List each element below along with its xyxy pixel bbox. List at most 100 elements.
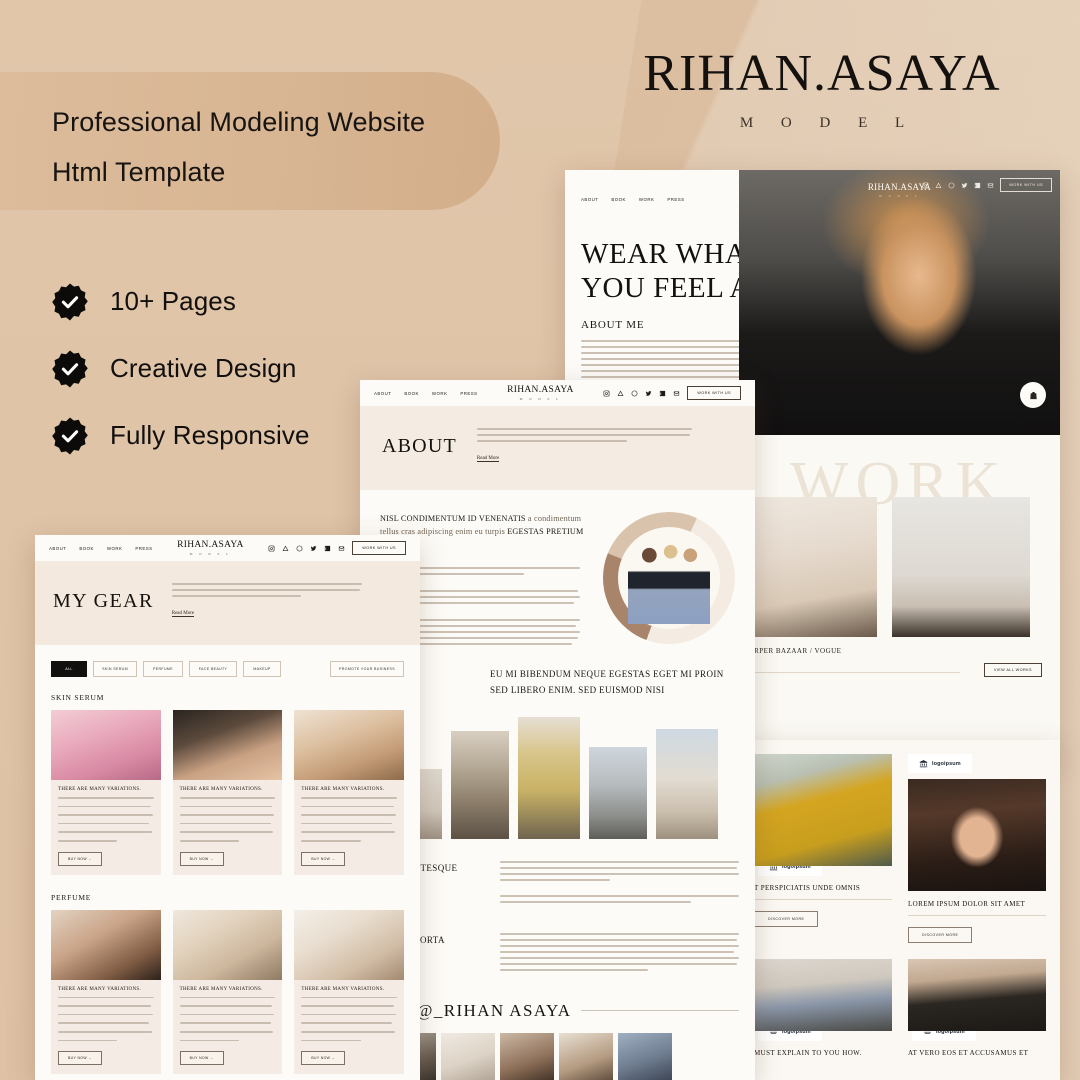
pinterest-icon[interactable]	[948, 182, 955, 189]
instagram-photo[interactable]	[500, 1032, 554, 1080]
nav-item-press[interactable]: PRESS	[135, 546, 152, 551]
nav-item-about[interactable]: ABOUT	[581, 197, 598, 202]
buy-now-button[interactable]: BUY NOW →	[301, 851, 346, 866]
linkedin-icon[interactable]	[324, 545, 331, 552]
filter-chip-face-beauty[interactable]: FACE BEAUTY	[189, 661, 237, 677]
product-photo[interactable]	[172, 710, 283, 780]
gallery-photo[interactable]	[656, 728, 718, 839]
product-card: THERE ARE MANY VARIATIONS. BUY NOW →	[294, 909, 405, 1075]
gear-section-label: SKIN SERUM	[51, 693, 105, 702]
buy-now-button[interactable]: BUY NOW →	[179, 851, 224, 866]
nav-brand-subtitle: M O D E L	[519, 397, 562, 401]
nav-item-book[interactable]: BOOK	[79, 546, 94, 551]
nav-item-press[interactable]: PRESS	[460, 391, 477, 396]
nav-brand-name: RIHAN.ASAYA	[507, 385, 574, 395]
press-card-photo[interactable]	[908, 779, 1046, 891]
work-caption: HARPER BAZAAR / VOGUE	[743, 647, 842, 655]
nav-item-about[interactable]: ABOUT	[374, 391, 391, 396]
product-photo[interactable]	[172, 909, 283, 980]
brand-logo: RIHAN.ASAYA M O D E L	[622, 48, 1022, 132]
hero-social-bar: WORK WITH US	[922, 178, 1052, 192]
product-photo[interactable]	[294, 710, 405, 780]
gear-intro-text: Read More	[171, 583, 362, 619]
discover-more-button[interactable]: DISCOVER MORE	[908, 927, 973, 943]
instagram-photo[interactable]	[559, 1032, 613, 1080]
twitter-icon[interactable]	[310, 545, 317, 552]
pinterest-icon[interactable]	[296, 545, 303, 552]
about-read-more-link[interactable]: Read More	[476, 456, 500, 462]
page-title-line-1: Professional Modeling Website	[52, 107, 426, 137]
about-hero-band: ABOUT Read More	[360, 406, 755, 490]
feature-item-responsive: Fully Responsive	[50, 402, 310, 469]
buy-now-button[interactable]: BUY NOW →	[58, 1051, 103, 1066]
product-card: THERE ARE MANY VARIATIONS. BUY NOW →	[294, 710, 405, 875]
nav-item-work[interactable]: WORK	[107, 546, 122, 551]
buy-now-button[interactable]: BUY NOW →	[179, 1051, 224, 1066]
filter-chip-perfume[interactable]: PERFUME	[143, 661, 183, 677]
nav-item-work[interactable]: WORK	[639, 197, 654, 202]
buy-now-button[interactable]: BUY NOW →	[58, 851, 103, 866]
about-section-heading-2: EU MI BIBENDUM NEQUE EGESTAS EGET MI PRO…	[490, 669, 724, 696]
nav-item-about[interactable]: ABOUT	[49, 546, 66, 551]
product-card-body	[58, 996, 154, 1046]
instagram-photo[interactable]	[618, 1032, 672, 1080]
pinterest-icon[interactable]	[631, 390, 638, 397]
view-all-works-button[interactable]: VIEW ALL WORKS	[983, 663, 1042, 677]
work-with-us-button[interactable]: WORK WITH US	[352, 541, 406, 555]
instagram-icon[interactable]	[603, 390, 610, 397]
product-photo[interactable]	[294, 909, 405, 980]
nav-social-bar: WORK WITH US	[603, 386, 741, 400]
mail-icon[interactable]	[987, 182, 994, 189]
product-photo[interactable]	[51, 909, 161, 980]
about-circular-photo	[603, 512, 735, 644]
gear-section-label: PERFUME	[51, 892, 92, 902]
product-card-body	[179, 996, 276, 1046]
feature-label: Fully Responsive	[110, 420, 310, 450]
discover-more-button[interactable]: DISCOVER MORE	[754, 911, 819, 927]
work-with-us-button[interactable]: WORK WITH US	[1000, 178, 1052, 192]
work-photo[interactable]	[739, 497, 877, 637]
product-photo[interactable]	[51, 710, 161, 780]
gallery-photo[interactable]	[589, 746, 647, 839]
press-card-photo[interactable]	[754, 959, 892, 1031]
mail-icon[interactable]	[338, 545, 345, 552]
dribbble-icon[interactable]	[282, 545, 289, 552]
press-card-photo[interactable]	[754, 754, 892, 866]
twitter-icon[interactable]	[961, 182, 968, 189]
nav-item-press[interactable]: PRESS	[667, 197, 684, 202]
filter-chip-skin-serum[interactable]: SKIN SERUM	[93, 661, 137, 677]
filter-chip-makeup[interactable]: MAKEUP	[243, 661, 281, 677]
about-team-photo	[628, 537, 710, 624]
nav-item-book[interactable]: BOOK	[404, 391, 419, 396]
gallery-photo[interactable]	[518, 716, 580, 839]
mail-icon[interactable]	[673, 390, 680, 397]
product-card-title: THERE ARE MANY VARIATIONS.	[301, 986, 385, 992]
instagram-icon[interactable]	[922, 182, 929, 189]
press-card-title: AT VERO EOS ET ACCUSAMUS ET	[908, 1049, 1029, 1057]
instagram-photo[interactable]	[441, 1032, 495, 1080]
press-card-badge: logoipsum	[908, 754, 972, 773]
filter-chip-all[interactable]: ALL	[51, 661, 87, 677]
about-intro-text: Read More	[476, 428, 692, 464]
nav-item-book[interactable]: BOOK	[611, 197, 626, 202]
dribbble-icon[interactable]	[617, 390, 624, 397]
promote-your-business-button[interactable]: PROMOTE YOUR BUSINESS	[330, 661, 404, 677]
work-photo[interactable]	[892, 497, 1030, 637]
linkedin-icon[interactable]	[659, 390, 666, 397]
twitter-icon[interactable]	[645, 390, 652, 397]
instagram-icon[interactable]	[268, 545, 275, 552]
gallery-photo[interactable]	[451, 730, 509, 839]
dribbble-icon[interactable]	[935, 182, 942, 189]
brand-subtitle: M O D E L	[739, 115, 917, 131]
page-title: Professional Modeling Website Html Templ…	[52, 98, 572, 198]
linkedin-icon[interactable]	[974, 182, 981, 189]
nav-brand-subtitle: M O D E L	[189, 552, 232, 556]
gear-read-more-link[interactable]: Read More	[171, 611, 195, 617]
feature-label: Creative Design	[110, 353, 297, 383]
nav-item-work[interactable]: WORK	[432, 391, 447, 396]
work-with-us-button[interactable]: WORK WITH US	[687, 386, 741, 400]
hero-photo: RIHAN.ASAYA M O D E L WORK WITH US	[739, 170, 1060, 435]
press-card-photo[interactable]	[908, 959, 1046, 1031]
shopping-bag-icon[interactable]	[1020, 382, 1046, 408]
buy-now-button[interactable]: BUY NOW →	[301, 1051, 346, 1066]
